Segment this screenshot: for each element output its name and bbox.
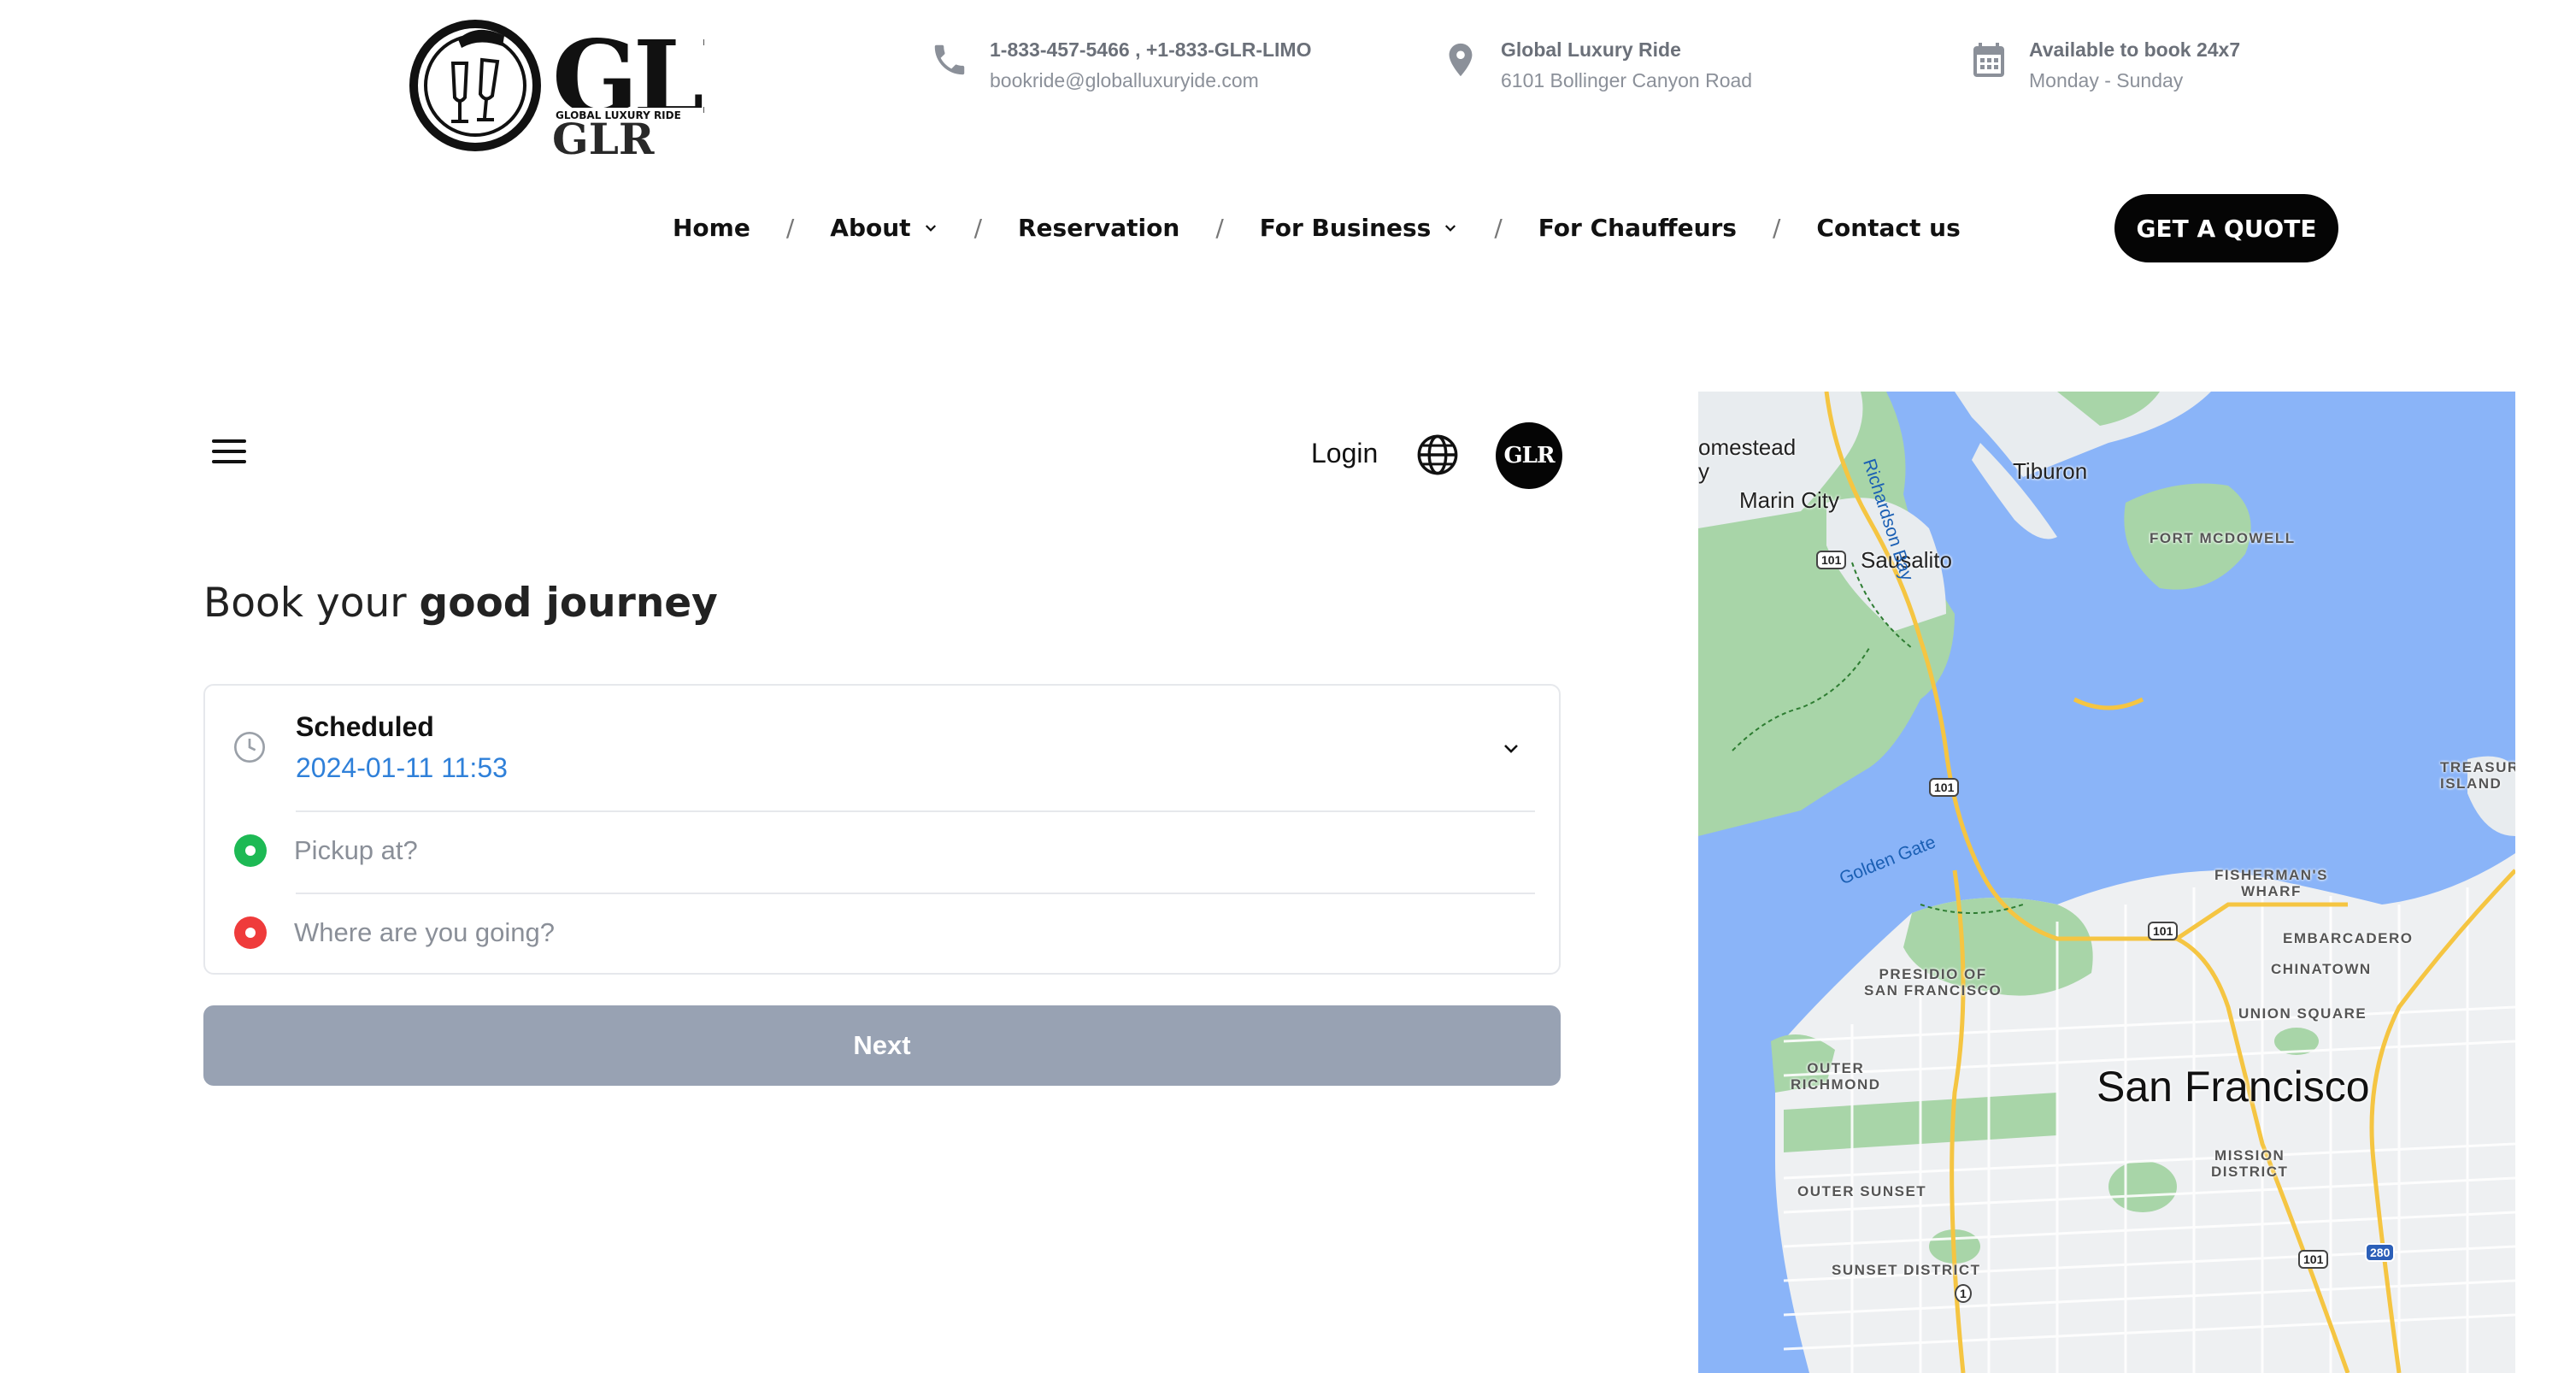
get-a-quote-button[interactable]: GET A QUOTE [2114,194,2338,262]
map-label-treasure-island: TREASUR ISLAND [2440,759,2515,792]
map-label-mission-district: MISSION DISTRICT [2211,1147,2289,1180]
map-label-union-square: UNION SQUARE [2238,1005,2367,1022]
company-name: Global Luxury Ride [1501,38,1681,61]
map-label-homestead-2: y [1698,458,1709,484]
destination-marker-icon [234,916,267,949]
nav-separator: / [1772,214,1781,242]
calendar-icon [1967,36,2010,84]
schedule-datetime[interactable]: 2024-01-11 11:53 [296,752,508,784]
clock-icon [234,732,265,763]
map-label-chinatown: CHINATOWN [2271,961,2372,977]
phone-numbers[interactable]: 1-833-457-5466 , +1-833-GLR-LIMO [990,34,1311,65]
company-address: 6101 Bollinger Canyon Road [1501,69,1753,91]
map-label-marin-city: Marin City [1739,487,1840,513]
pickup-input[interactable] [294,833,1525,869]
schedule-selector[interactable]: Scheduled 2024-01-11 11:53 [205,686,1559,810]
highway-shield: 101 [2148,922,2179,940]
destination-input[interactable] [294,915,1525,951]
divider [296,810,1535,812]
login-link[interactable]: Login [1311,438,1378,469]
glr-logo[interactable]: GLR GLOBAL LUXURY RIDE GLR [409,12,789,164]
nav-separator: / [785,214,795,242]
availability-text: Available to book 24x7 [2029,38,2241,61]
schedule-label: Scheduled [296,711,434,742]
map-label-homestead: omestead [1698,434,1797,460]
booking-form-card: Scheduled 2024-01-11 11:53 [203,684,1561,975]
next-button[interactable]: Next [203,1005,1561,1086]
highway-shield: 101 [1929,778,1960,797]
nav-separator: / [1494,214,1503,242]
map-label-outer-richmond: OUTER RICHMOND [1791,1060,1881,1093]
nav-separator: / [973,214,982,242]
map-canvas [1698,392,2515,1373]
page-title: Book your good journey [203,580,718,627]
highway-shield: 280 [2365,1243,2396,1262]
map-label-fort-mcdowell: FORT MCDOWELL [2150,530,2296,546]
map-label-san-francisco: San Francisco [2097,1063,2370,1111]
globe-icon[interactable] [1415,433,1460,477]
nav-item-for-chauffeurs[interactable]: For Chauffeurs [1538,214,1737,242]
avatar[interactable]: GLR [1496,422,1562,489]
contact-phone-block: 1-833-457-5466 , +1-833-GLR-LIMO bookrid… [928,34,1311,96]
contact-email[interactable]: bookride@globalluxuryide.com [990,65,1311,96]
location-block: Global Luxury Ride 6101 Bollinger Canyon… [1439,34,1752,96]
chevron-down-icon [1445,224,1456,232]
main-nav: Home / About / Reservation / For Busines… [673,214,1961,242]
nav-item-for-business[interactable]: For Business [1260,214,1459,242]
nav-item-about[interactable]: About [830,214,938,242]
map-label-sunset-district: SUNSET DISTRICT [1832,1262,1981,1278]
map-label-fishermans-wharf: FISHERMAN'S WHARF [2214,867,2328,899]
pickup-marker-icon [234,834,267,867]
map-label-tiburon: Tiburon [2013,458,2088,484]
map-label-outer-sunset: OUTER SUNSET [1797,1183,1927,1199]
divider [296,893,1535,894]
map-view[interactable]: omestead y Marin City Sausalito Tiburon … [1698,392,2515,1373]
map-label-presidio: PRESIDIO OF SAN FRANCISCO [1864,966,2003,999]
highway-shield: 101 [2298,1250,2329,1269]
highway-shield: 1 [1955,1284,1972,1303]
phone-icon [928,36,971,84]
hours-block: Available to book 24x7 Monday - Sunday [1967,34,2240,96]
highway-shield: 101 [1816,551,1847,569]
map-label-embarcadero: EMBARCADERO [2283,930,2414,946]
nav-item-home[interactable]: Home [673,214,750,242]
chevron-down-icon[interactable] [1501,739,1521,759]
hamburger-menu-icon[interactable] [212,436,250,467]
availability-days: Monday - Sunday [2029,69,2184,91]
svg-text:GLR: GLR [552,114,655,159]
location-pin-icon [1439,36,1482,84]
nav-item-reservation[interactable]: Reservation [1018,214,1179,242]
chevron-down-icon [925,224,936,232]
nav-separator: / [1215,214,1224,242]
nav-item-contact-us[interactable]: Contact us [1816,214,1960,242]
